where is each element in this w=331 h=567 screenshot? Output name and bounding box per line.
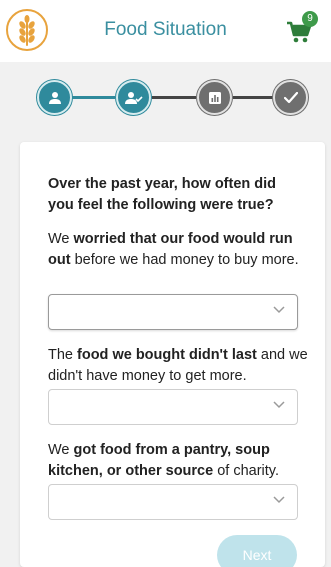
question-3-text: We got food from a pantry, soup kitchen,… — [48, 442, 279, 479]
question-2-select[interactable] — [48, 389, 298, 425]
cart-count-badge: 9 — [302, 11, 318, 27]
check-icon — [283, 91, 298, 103]
step-connector — [71, 96, 115, 99]
step-connector — [152, 96, 196, 99]
chevron-down-icon — [273, 496, 285, 504]
next-button[interactable]: Next — [217, 535, 297, 567]
chevron-down-icon — [273, 401, 285, 409]
user-icon — [48, 91, 61, 104]
app-header: Food Situation 9 — [0, 0, 331, 62]
question-1-text: We worried that our food would run out b… — [48, 231, 299, 268]
step-1-user[interactable] — [37, 80, 72, 115]
step-3-bar-chart[interactable] — [197, 80, 232, 115]
step-connector — [233, 96, 273, 99]
question-2-text: The food we bought didn't last and we di… — [48, 347, 308, 384]
chevron-down-icon — [273, 306, 285, 314]
step-4-check[interactable] — [273, 80, 308, 115]
user-check-icon — [124, 91, 143, 104]
page-title: Food Situation — [104, 19, 227, 40]
bar-chart-icon — [208, 91, 221, 104]
question-intro: Over the past year, how often did you fe… — [48, 176, 277, 213]
shopping-cart-button[interactable]: 9 — [286, 11, 320, 44]
step-2-user-check[interactable] — [116, 80, 151, 115]
question-3-select[interactable] — [48, 484, 298, 520]
question-1-select[interactable] — [48, 294, 298, 330]
